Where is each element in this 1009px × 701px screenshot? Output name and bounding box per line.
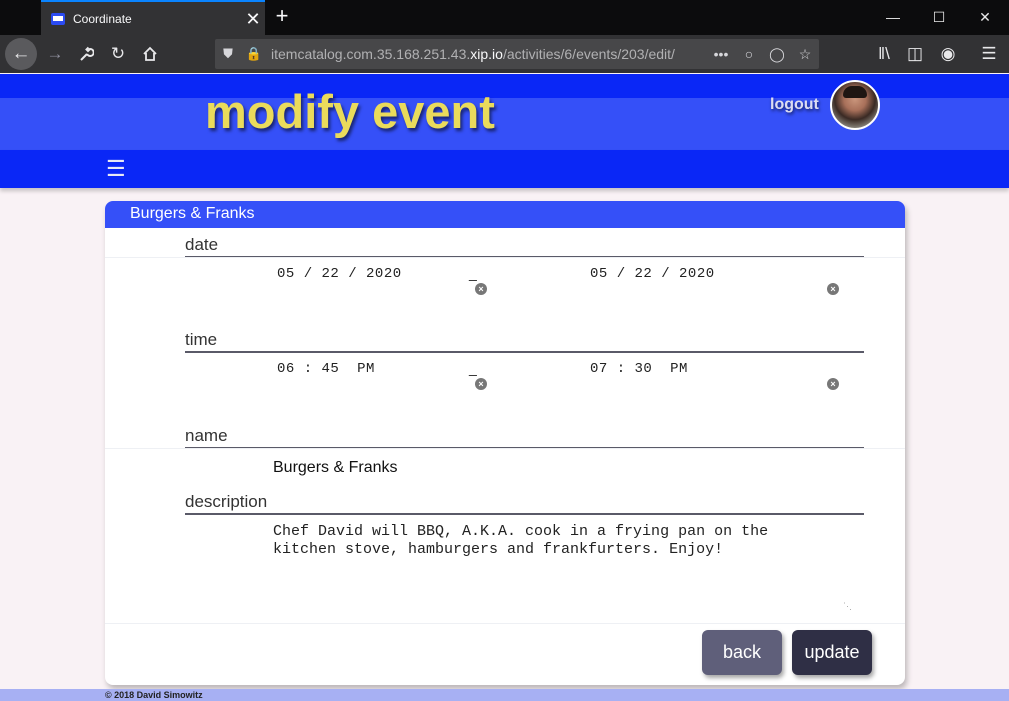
url-text[interactable]: itemcatalog.com.35.168.251.43.xip.io/act… — [267, 46, 707, 62]
end-time-input[interactable]: 07 : 30 PM — [590, 361, 688, 377]
reload-icon[interactable]: ↻ — [103, 39, 133, 69]
clear-icon[interactable]: × — [827, 378, 839, 390]
forward-arrow-icon[interactable]: → — [40, 39, 70, 69]
browser-tab-bar: Coordinate ✕ + — ☐ ✕ — [0, 0, 1009, 35]
start-time-input[interactable]: 06 : 45 PM — [277, 361, 375, 377]
account-icon[interactable]: ◉ — [933, 39, 963, 69]
bookmark-star-icon[interactable]: ☆ — [791, 46, 819, 63]
maximize-button[interactable]: ☐ — [916, 0, 962, 35]
resize-handle-icon[interactable]: ⋱ — [843, 601, 852, 612]
site-favicon-icon — [51, 12, 65, 25]
divider — [105, 257, 905, 258]
lightbulb-icon[interactable]: ○ — [735, 46, 763, 62]
wrench-icon[interactable] — [71, 39, 101, 69]
update-button[interactable]: update — [792, 630, 872, 675]
insecure-lock-icon[interactable]: 🔒 — [241, 46, 267, 62]
header-nav-band — [0, 150, 1009, 188]
back-arrow-icon[interactable]: ← — [5, 38, 37, 70]
back-button[interactable]: back — [702, 630, 782, 675]
page-title: modify event — [205, 85, 495, 138]
time-range-separator: _ — [469, 360, 477, 376]
divider — [105, 623, 905, 624]
clear-icon[interactable]: × — [827, 283, 839, 295]
time-label: time — [185, 330, 864, 353]
browser-tab[interactable]: Coordinate ✕ — [41, 0, 265, 35]
end-date-input[interactable]: 05 / 22 / 2020 — [590, 266, 715, 282]
description-textarea[interactable]: Chef David will BBQ, A.K.A. cook in a fr… — [273, 523, 833, 559]
date-range-separator: _ — [469, 265, 477, 281]
hamburger-menu-icon[interactable]: ☰ — [106, 156, 126, 182]
sidebar-icon[interactable]: ◫ — [900, 39, 930, 69]
date-label: date — [185, 235, 864, 258]
clear-icon[interactable]: × — [475, 283, 487, 295]
footer-copyright: © 2018 David Simowitz — [0, 689, 1009, 701]
new-tab-button[interactable]: + — [270, 5, 294, 29]
card-title: Burgers & Franks — [105, 201, 905, 228]
name-label: name — [185, 426, 864, 449]
logout-link[interactable]: logout — [770, 96, 819, 114]
pocket-icon[interactable]: ◯ — [763, 46, 791, 63]
browser-nav-bar: ← → ↻ ⛊ 🔒 itemcatalog.com.35.168.251.43.… — [0, 35, 1009, 73]
address-bar[interactable]: ⛊ 🔒 itemcatalog.com.35.168.251.43.xip.io… — [215, 39, 819, 69]
tab-close-icon[interactable]: ✕ — [241, 10, 265, 28]
window-close-button[interactable]: ✕ — [962, 0, 1008, 35]
event-edit-card: Burgers & Franks date 05 / 22 / 2020 _ ×… — [105, 201, 905, 685]
description-label: description — [185, 492, 864, 515]
home-icon[interactable] — [135, 39, 165, 69]
divider — [105, 448, 905, 449]
minimize-button[interactable]: — — [870, 0, 916, 35]
tracking-shield-icon[interactable]: ⛊ — [215, 46, 241, 62]
name-input[interactable]: Burgers & Franks — [273, 459, 397, 477]
start-date-input[interactable]: 05 / 22 / 2020 — [277, 266, 402, 282]
menu-icon[interactable]: ☰ — [974, 39, 1004, 69]
tab-title: Coordinate — [73, 11, 132, 26]
library-icon[interactable]: ‖\ — [869, 39, 899, 69]
avatar[interactable] — [830, 80, 880, 130]
clear-icon[interactable]: × — [475, 378, 487, 390]
more-icon[interactable]: ••• — [707, 46, 735, 62]
